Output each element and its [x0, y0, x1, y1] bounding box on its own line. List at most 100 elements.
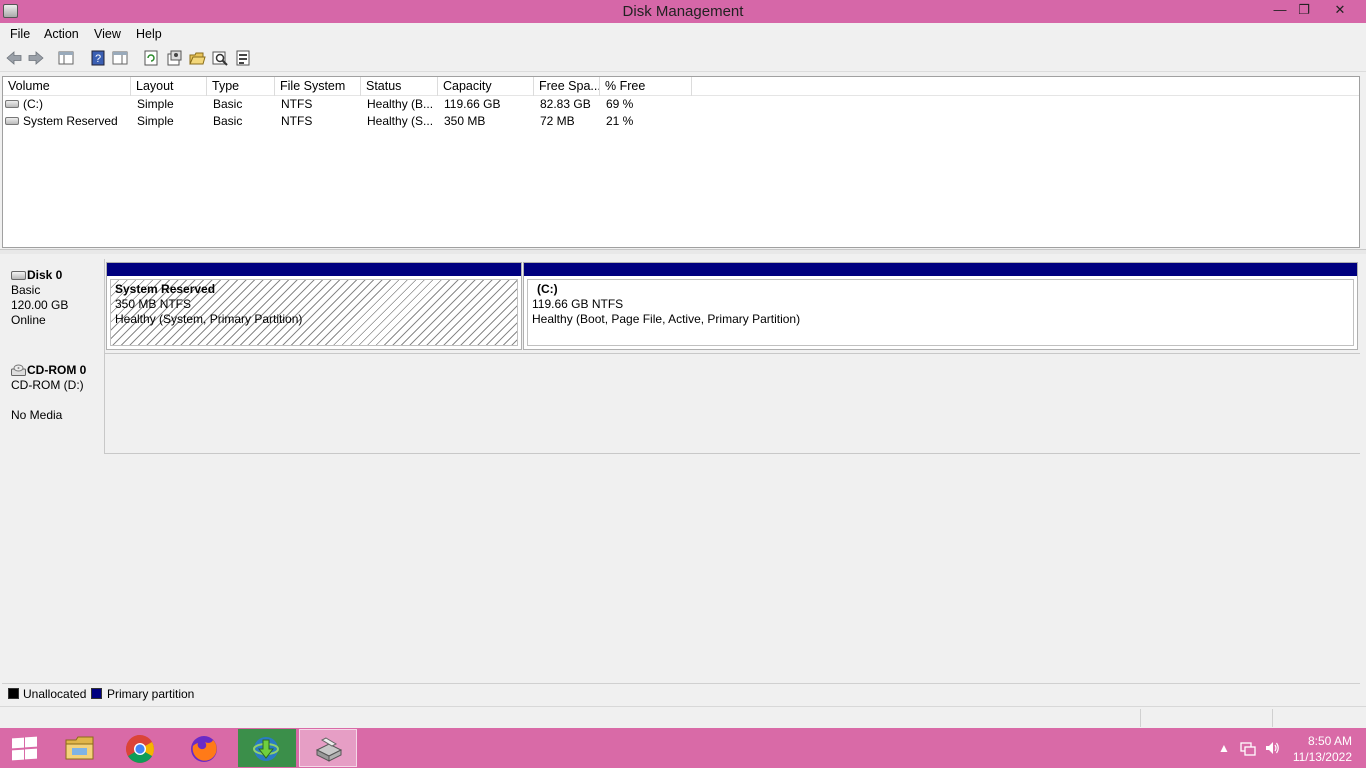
- volume-icon[interactable]: [1264, 740, 1280, 756]
- column-percent-free[interactable]: % Free: [600, 77, 692, 96]
- partition-c-drive[interactable]: (C:) 119.66 GB NTFS Healthy (Boot, Page …: [523, 262, 1358, 350]
- disk-kind: CD-ROM (D:): [11, 378, 84, 392]
- column-file-system[interactable]: File System: [275, 77, 361, 96]
- volume-drive-icon: [5, 100, 19, 108]
- primary-partition-bar: [524, 263, 1357, 276]
- svg-text:?: ?: [95, 53, 101, 65]
- menu-file[interactable]: File: [10, 27, 30, 41]
- disk-size: [11, 393, 104, 408]
- disk-0-label[interactable]: Disk 0 Basic 120.00 GB Online: [2, 259, 105, 354]
- disk-row: Disk 0 Basic 120.00 GB Online System Res…: [2, 259, 1360, 354]
- partition-name: (C:): [537, 282, 558, 296]
- cell-type: Basic: [213, 97, 243, 111]
- taskbar-internet-download-manager[interactable]: [238, 729, 296, 767]
- network-icon[interactable]: [1240, 740, 1256, 756]
- cell-layout: Simple: [137, 97, 174, 111]
- partition-status: Healthy (System, Primary Partition): [115, 312, 303, 326]
- cd-rom-icon: [11, 364, 26, 376]
- cell-type: Basic: [213, 114, 243, 128]
- chrome-icon: [126, 735, 154, 763]
- cell-file-system: NTFS: [281, 114, 313, 128]
- cell-status: Healthy (S...: [367, 114, 434, 128]
- status-segment: [1140, 709, 1141, 727]
- column-free-space[interactable]: Free Spa...: [534, 77, 600, 96]
- toolbar: ?: [0, 45, 1366, 72]
- disk-management-icon: [315, 737, 343, 762]
- show-hide-action-pane-icon[interactable]: [111, 49, 129, 67]
- legend: Unallocated Primary partition: [2, 683, 1360, 704]
- partition-status: Healthy (Boot, Page File, Active, Primar…: [532, 312, 801, 326]
- show-hide-console-tree-icon[interactable]: [57, 49, 75, 67]
- cell-percent-free: 21 %: [606, 114, 634, 128]
- cdrom-0-label[interactable]: CD-ROM 0 CD-ROM (D:) No Media: [2, 354, 105, 454]
- taskbar: ▲ 8:50 AM 11/13/2022: [0, 728, 1366, 768]
- restore-button[interactable]: ❐: [1290, 0, 1318, 22]
- cell-free-space: 72 MB: [540, 114, 575, 128]
- status-segment: [1272, 709, 1273, 727]
- refresh-icon[interactable]: [142, 49, 160, 67]
- taskbar-chrome[interactable]: [112, 729, 170, 767]
- legend-label-primary: Primary partition: [107, 687, 195, 701]
- column-type[interactable]: Type: [207, 77, 275, 96]
- taskbar-file-explorer[interactable]: [52, 729, 110, 767]
- partition-body: System Reserved 350 MB NTFS Healthy (Sys…: [110, 279, 518, 346]
- explore-icon[interactable]: [211, 49, 229, 67]
- disk-kind: Basic: [11, 283, 41, 297]
- forward-icon[interactable]: [27, 49, 45, 67]
- help-icon[interactable]: ?: [89, 49, 107, 67]
- cell-status: Healthy (B...: [367, 97, 434, 111]
- partition-name: System Reserved: [115, 282, 216, 296]
- column-layout[interactable]: Layout: [131, 77, 207, 96]
- disk-state: Online: [11, 313, 46, 327]
- volume-list-header: Volume Layout Type File System Status Ca…: [3, 77, 1359, 96]
- volume-list[interactable]: Volume Layout Type File System Status Ca…: [2, 76, 1360, 248]
- cell-capacity: 119.66 GB: [444, 97, 501, 111]
- legend-swatch-primary: [91, 688, 102, 699]
- cell-layout: Simple: [137, 114, 174, 128]
- menu-action[interactable]: Action: [44, 27, 79, 41]
- cell-capacity: 350 MB: [444, 114, 486, 128]
- table-row[interactable]: System Reserved Simple Basic NTFS Health…: [3, 113, 1359, 130]
- back-icon[interactable]: [5, 49, 23, 67]
- menu-bar: File Action View Help: [0, 23, 1366, 45]
- partition-body: (C:) 119.66 GB NTFS Healthy (Boot, Page …: [527, 279, 1354, 346]
- disk-name: CD-ROM 0: [27, 363, 87, 377]
- disk-state: No Media: [11, 408, 63, 422]
- disk-name: Disk 0: [27, 268, 63, 282]
- disk-properties-icon[interactable]: [234, 49, 252, 67]
- taskbar-firefox[interactable]: [176, 729, 234, 767]
- cell-file-system: NTFS: [281, 97, 313, 111]
- window-title: Disk Management: [622, 3, 744, 20]
- title-bar: Disk Management — ❐ ✕: [0, 0, 1366, 23]
- open-icon[interactable]: [188, 49, 206, 67]
- column-status[interactable]: Status: [361, 77, 438, 96]
- cell-percent-free: 69 %: [606, 97, 634, 111]
- file-explorer-icon: [65, 736, 94, 760]
- column-capacity[interactable]: Capacity: [438, 77, 534, 96]
- legend-swatch-unallocated: [8, 688, 19, 699]
- cell-volume: (C:): [23, 97, 43, 111]
- partition-system-reserved[interactable]: System Reserved 350 MB NTFS Healthy (Sys…: [106, 262, 522, 350]
- partition-size: 350 MB NTFS: [115, 297, 192, 311]
- column-volume[interactable]: Volume: [3, 77, 131, 96]
- clock-date: 11/13/2022: [1292, 750, 1352, 764]
- legend-label-unallocated: Unallocated: [23, 687, 87, 701]
- taskbar-disk-management[interactable]: [299, 729, 357, 767]
- volume-drive-icon: [5, 117, 19, 125]
- primary-partition-bar: [107, 263, 521, 276]
- cell-volume: System Reserved: [23, 114, 118, 128]
- show-hidden-icons-button[interactable]: ▲: [1218, 741, 1230, 768]
- menu-help[interactable]: Help: [136, 27, 162, 41]
- status-bar: [0, 706, 1366, 728]
- firefox-icon: [191, 736, 217, 762]
- table-row[interactable]: (C:) Simple Basic NTFS Healthy (B... 119…: [3, 96, 1359, 113]
- start-button[interactable]: [10, 736, 38, 761]
- properties-icon[interactable]: [165, 49, 183, 67]
- graphical-disk-view: Disk 0 Basic 120.00 GB Online System Res…: [2, 254, 1360, 684]
- menu-view[interactable]: View: [94, 27, 121, 41]
- partition-size: 119.66 GB NTFS: [532, 297, 624, 311]
- close-button[interactable]: ✕: [1320, 0, 1360, 22]
- disk-size: 120.00 GB: [11, 298, 69, 312]
- cell-free-space: 82.83 GB: [540, 97, 591, 111]
- taskbar-clock[interactable]: 8:50 AM 11/13/2022: [1293, 733, 1352, 765]
